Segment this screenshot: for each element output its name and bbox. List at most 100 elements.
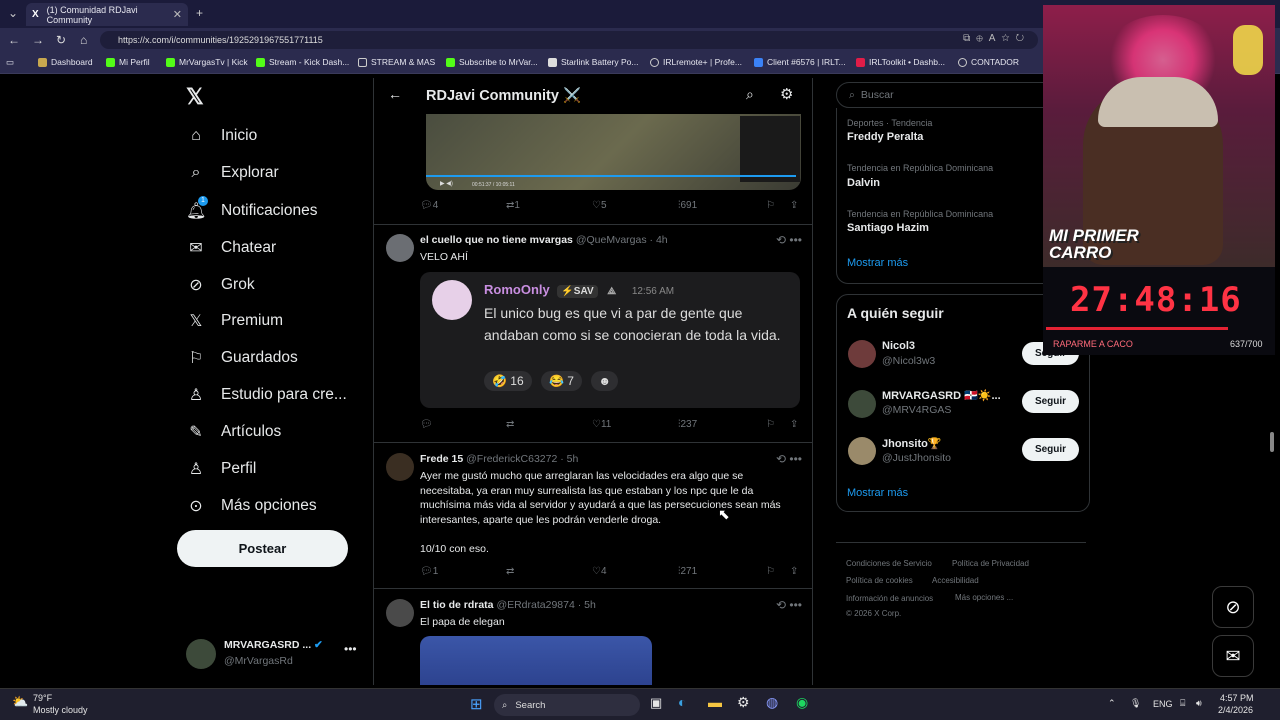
quote-reactions[interactable]: 🤣 16 😂 7 ☻ — [484, 371, 618, 391]
bookmark-subscribe[interactable]: Subscribe to MrVar... — [446, 57, 538, 67]
reply-button[interactable]: 💬︎ — [420, 419, 433, 430]
clock-date[interactable]: 2/4/2026 — [1218, 705, 1253, 715]
follow-button[interactable]: Seguir — [1022, 390, 1079, 413]
back-icon[interactable]: ← — [8, 33, 20, 47]
app-icon[interactable]: ⚙ — [737, 694, 750, 711]
search-icon[interactable]: ⌕ — [746, 86, 754, 103]
tweet-more-icon[interactable]: ⟲ ••• — [776, 598, 802, 612]
language-indicator[interactable]: ENG — [1153, 699, 1173, 709]
messages-fab-icon[interactable]: ✉ — [1212, 635, 1254, 677]
bookmark-menu-icon[interactable]: ▭ — [6, 57, 14, 68]
tab-list-chevron-icon[interactable]: ⌄ — [8, 6, 18, 20]
weather-icon[interactable]: ⛅ — [12, 694, 28, 710]
reply-button[interactable]: 💬︎ 1 — [420, 566, 438, 577]
bookmark-starlink[interactable]: Starlink Battery Po... — [548, 57, 638, 67]
nav-estudio[interactable]: ♙ Estudio para cre... — [186, 385, 347, 405]
taskbar-search[interactable]: ⌕ Search — [494, 694, 640, 716]
show-more-follow-link[interactable]: Mostrar más — [847, 487, 908, 499]
bookmark-irlremote[interactable]: IRLremote+ | Profe... — [650, 57, 742, 67]
footer-link[interactable]: Accesibilidad — [932, 576, 979, 585]
edge-browser-icon[interactable]: ◐ — [678, 694, 686, 710]
footer-link[interactable]: Política de Privacidad — [952, 559, 1029, 568]
quoted-message-card[interactable]: RomoOnly ⚡SAV ⟁ 12:56 AM El unico bug es… — [420, 272, 800, 408]
trend-item[interactable]: Santiago Hazim — [847, 222, 929, 234]
bookmark-stream-mas[interactable]: STREAM & MAS — [358, 57, 435, 67]
follow-button[interactable]: Seguir — [1022, 438, 1079, 461]
start-windows-icon[interactable]: ⊞ — [470, 695, 483, 713]
post-button[interactable]: Postear — [177, 530, 348, 567]
bookmark-mrvargastv-kick[interactable]: MrVargasTv | Kick — [166, 57, 248, 67]
discord-icon[interactable]: ◍ — [766, 694, 778, 711]
account-switcher[interactable]: MRVARGASRD ... ✔ @MrVargasRd ••• — [186, 636, 366, 676]
tweet-avatar[interactable] — [386, 599, 414, 627]
tray-chevron-icon[interactable]: ⌃ — [1108, 698, 1116, 709]
views-stat[interactable]: ⫶ 271 — [678, 566, 697, 577]
task-view-icon[interactable]: ▣ — [650, 695, 662, 711]
nav-chatear[interactable]: ✉ Chatear — [186, 238, 276, 258]
account-more-icon[interactable]: ••• — [344, 642, 357, 656]
tab-close-icon[interactable]: ✕ — [173, 8, 182, 21]
mic-icon[interactable]: 🎙︎ — [1130, 698, 1141, 709]
nav-grok[interactable]: ⊘ Grok — [186, 275, 254, 295]
reply-button[interactable]: 💬︎ 4 — [420, 200, 438, 211]
play-icon[interactable]: ▶ ◀) — [440, 180, 453, 187]
follow-avatar[interactable] — [848, 390, 876, 418]
tweet-image[interactable] — [420, 636, 652, 685]
tweet-more-icon[interactable]: ⟲ ••• — [776, 452, 802, 466]
follow-avatar[interactable] — [848, 437, 876, 465]
follow-name[interactable]: Nicol3 — [882, 340, 915, 352]
forward-icon[interactable]: → — [32, 33, 44, 47]
video-player[interactable]: ▶ ◀) 00:51:37 / 10:05:11 — [426, 114, 801, 190]
views-stat[interactable]: ⫶ 691 — [678, 200, 697, 211]
new-tab-icon[interactable]: + — [196, 6, 203, 20]
nav-premium[interactable]: 𝕏 Premium — [186, 311, 283, 331]
retweet-button[interactable]: ⇄ 1 — [506, 200, 520, 211]
tweet-more-icon[interactable]: ⟲ ••• — [776, 233, 802, 247]
bookmark-irltoolkit[interactable]: IRLToolkit • Dashb... — [856, 57, 945, 67]
follow-name[interactable]: MRVARGASRD 🇩🇴☀️... — [882, 389, 1001, 402]
retweet-button[interactable]: ⇄ — [506, 566, 514, 577]
grok-fab-icon[interactable]: ⊘ — [1212, 586, 1254, 628]
back-arrow-icon[interactable]: ← — [388, 86, 402, 102]
file-explorer-icon[interactable]: ▬ — [708, 694, 722, 710]
footer-link[interactable]: Más opciones ... — [955, 593, 1013, 602]
like-button[interactable]: ♡ 11 — [592, 419, 611, 430]
nav-guardados[interactable]: ⚐ Guardados — [186, 348, 298, 368]
nav-inicio[interactable]: ⌂ Inicio — [186, 127, 257, 145]
volume-icon[interactable]: 🔊︎ — [1196, 698, 1202, 709]
nav-perfil[interactable]: ♙ Perfil — [186, 459, 257, 479]
nav-mas-opciones[interactable]: ⊙ Más opciones — [186, 496, 316, 516]
bookmark-button[interactable]: ⚐ — [766, 566, 775, 577]
search-input[interactable]: ⌕ Buscar — [836, 82, 1056, 108]
browser-tab-active[interactable]: X (1) Comunidad RDJavi Community ✕ — [26, 3, 188, 26]
spotify-icon[interactable]: ◉ — [796, 694, 808, 711]
nav-explorar[interactable]: ⌕ Explorar — [186, 164, 279, 182]
tweet-avatar[interactable] — [386, 453, 414, 481]
share-button[interactable]: ⇪ — [790, 200, 798, 211]
share-button[interactable]: ⇪ — [790, 566, 798, 577]
timeline[interactable]: ▶ ◀) 00:51:37 / 10:05:11 ← RDJavi Commun… — [373, 78, 813, 685]
page-scrollbar[interactable] — [1270, 432, 1274, 452]
show-more-trends-link[interactable]: Mostrar más — [847, 257, 908, 269]
network-icon[interactable]: ⌸ — [1180, 698, 1185, 709]
share-button[interactable]: ⇪ — [790, 419, 798, 430]
trend-item[interactable]: Freddy Peralta — [847, 131, 923, 143]
x-logo-icon[interactable]: 𝕏 — [186, 84, 204, 110]
tweet-avatar[interactable] — [386, 234, 414, 262]
trend-item[interactable]: Dalvin — [847, 177, 880, 189]
nav-articulos[interactable]: ✎ Artículos — [186, 422, 281, 442]
bookmark-dashboard[interactable]: Dashboard — [38, 57, 93, 67]
follow-avatar[interactable] — [848, 340, 876, 368]
like-button[interactable]: ♡ 4 — [592, 566, 607, 577]
bookmark-button[interactable]: ⚐ — [766, 419, 775, 430]
address-bar-icons[interactable]: ⧉⊕A☆↻ — [963, 33, 1030, 44]
follow-name[interactable]: Jhonsito🏆 — [882, 437, 942, 450]
views-stat[interactable]: ⫶ 237 — [678, 419, 697, 430]
home-icon[interactable]: ⌂ — [80, 33, 87, 47]
retweet-button[interactable]: ⇄ — [506, 419, 514, 430]
video-progress-bar[interactable] — [426, 175, 796, 177]
bookmark-button[interactable]: ⚐ — [766, 200, 775, 211]
footer-link[interactable]: Condiciones de Servicio — [846, 559, 932, 568]
bookmark-mi-perfil[interactable]: Mi Perfil — [106, 57, 150, 67]
like-button[interactable]: ♡ 5 — [592, 200, 607, 211]
